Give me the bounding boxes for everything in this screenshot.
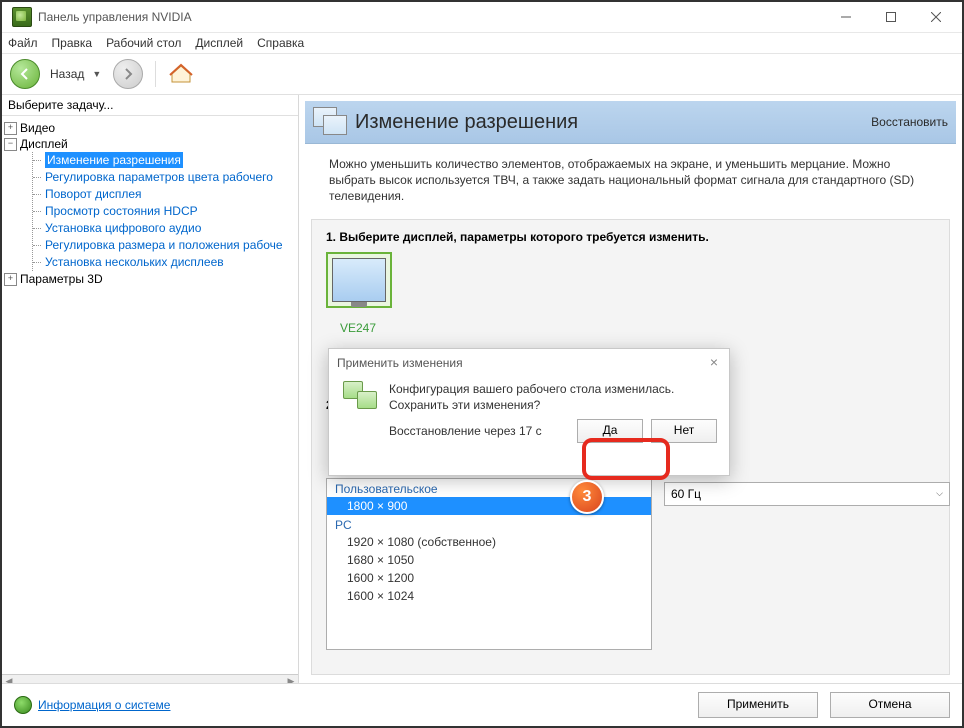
expand-icon[interactable]: +	[4, 273, 17, 286]
tree-leaf-size-position[interactable]: Регулировка размера и положения рабоче	[33, 237, 296, 254]
tree-leaves-display: Изменение разрешения Регулировка парамет…	[32, 152, 296, 271]
tree-node-display[interactable]: − Дисплей	[4, 136, 296, 152]
monitor-icon	[332, 258, 386, 302]
window-buttons	[823, 3, 958, 31]
sidebar: Выберите задачу... + Видео − Дисплей Изм…	[2, 95, 299, 687]
home-button[interactable]	[168, 62, 194, 86]
tree-leaf-hdcp[interactable]: Просмотр состояния HDCP	[33, 203, 296, 220]
page-description: Можно уменьшить количество элементов, от…	[299, 144, 962, 213]
cancel-button[interactable]: Отмена	[830, 692, 950, 718]
system-info-icon	[14, 696, 32, 714]
display-tile[interactable]	[326, 252, 392, 308]
close-button[interactable]	[913, 3, 958, 31]
menu-desktop[interactable]: Рабочий стол	[106, 36, 181, 50]
resolution-group-pc: PC	[327, 515, 651, 533]
dialog-line1: Конфигурация вашего рабочего стола измен…	[389, 381, 674, 397]
tree-label: Параметры 3D	[20, 271, 103, 287]
tree-leaf-audio[interactable]: Установка цифрового аудио	[33, 220, 296, 237]
dialog-title: Применить изменения	[337, 356, 463, 370]
dialog-close-icon[interactable]: ×	[707, 356, 721, 370]
dialog-text: Конфигурация вашего рабочего стола измен…	[389, 381, 674, 413]
tree-node-3d[interactable]: + Параметры 3D	[4, 271, 296, 287]
apply-button[interactable]: Применить	[698, 692, 818, 718]
dialog-line2: Сохранить эти изменения?	[389, 397, 674, 413]
refresh-rate-select[interactable]: 60 Гц ⌵	[664, 482, 950, 506]
resolution-item[interactable]: 1600 × 1200	[327, 569, 651, 587]
displays-icon	[313, 107, 347, 137]
tree-leaf-multi-display[interactable]: Установка нескольких дисплеев	[33, 254, 296, 271]
task-header: Выберите задачу...	[2, 95, 298, 115]
tree-leaf-color-params[interactable]: Регулировка параметров цвета рабочего	[33, 169, 296, 186]
body: Выберите задачу... + Видео − Дисплей Изм…	[2, 95, 962, 687]
refresh-value: 60 Гц	[671, 487, 701, 501]
no-button[interactable]: Нет	[651, 419, 717, 443]
system-info-link[interactable]: Информация о системе	[38, 698, 686, 712]
menu-help[interactable]: Справка	[257, 36, 304, 50]
dialog-footer: Восстановление через 17 с Да Нет	[329, 419, 729, 453]
resolution-item[interactable]: 1920 × 1080 (собственное)	[327, 533, 651, 551]
dialog-displays-icon	[343, 381, 379, 411]
window-title: Панель управления NVIDIA	[38, 10, 823, 24]
minimize-button[interactable]	[823, 3, 868, 31]
back-dropdown-icon[interactable]: ▼	[92, 69, 101, 79]
resolution-item[interactable]: 1680 × 1050	[327, 551, 651, 569]
dialog-body: Конфигурация вашего рабочего стола измен…	[329, 377, 729, 419]
dialog-titlebar: Применить изменения ×	[329, 349, 729, 377]
collapse-icon[interactable]: −	[4, 138, 17, 151]
toolbar-separator	[155, 61, 156, 87]
menu-edit[interactable]: Правка	[52, 36, 93, 50]
settings-frame: 1. Выберите дисплей, параметры которого …	[311, 219, 950, 675]
yes-button[interactable]: Да	[577, 419, 643, 443]
resolution-list[interactable]: Пользовательское 1800 × 900 PC 1920 × 10…	[326, 478, 652, 650]
footer: Информация о системе Применить Отмена	[2, 683, 962, 726]
toolbar: Назад ▼	[2, 54, 962, 95]
tree-label: Дисплей	[20, 136, 68, 152]
nvidia-icon	[12, 7, 32, 27]
tree-node-video[interactable]: + Видео	[4, 120, 296, 136]
menu-file[interactable]: Файл	[8, 36, 38, 50]
resolution-item[interactable]: 1600 × 1024	[327, 587, 651, 605]
restore-link[interactable]: Восстановить	[871, 115, 948, 129]
step1-label: 1. Выберите дисплей, параметры которого …	[326, 230, 935, 244]
tree-leaf-rotate[interactable]: Поворот дисплея	[33, 186, 296, 203]
content-header: Изменение разрешения Восстановить	[305, 101, 956, 144]
dialog-countdown: Восстановление через 17 с	[389, 424, 569, 438]
maximize-button[interactable]	[868, 3, 913, 31]
annotation-badge-3: 3	[570, 480, 604, 514]
menubar: Файл Правка Рабочий стол Дисплей Справка	[2, 33, 962, 54]
tree-label: Видео	[20, 120, 55, 136]
app-window: Панель управления NVIDIA Файл Правка Раб…	[0, 0, 964, 728]
content: Изменение разрешения Восстановить Можно …	[299, 95, 962, 687]
forward-button[interactable]	[113, 59, 143, 89]
confirm-dialog: Применить изменения × Конфигурация вашег…	[328, 348, 730, 476]
page-title: Изменение разрешения	[355, 111, 871, 134]
back-button[interactable]	[10, 59, 40, 89]
task-tree: + Видео − Дисплей Изменение разрешения Р…	[2, 115, 298, 674]
back-label: Назад	[50, 67, 84, 81]
menu-display[interactable]: Дисплей	[195, 36, 243, 50]
expand-icon[interactable]: +	[4, 122, 17, 135]
titlebar: Панель управления NVIDIA	[2, 2, 962, 33]
chevron-down-icon: ⌵	[936, 488, 943, 499]
display-name: VE247	[326, 321, 390, 335]
tree-leaf-change-resolution[interactable]: Изменение разрешения	[33, 152, 296, 169]
